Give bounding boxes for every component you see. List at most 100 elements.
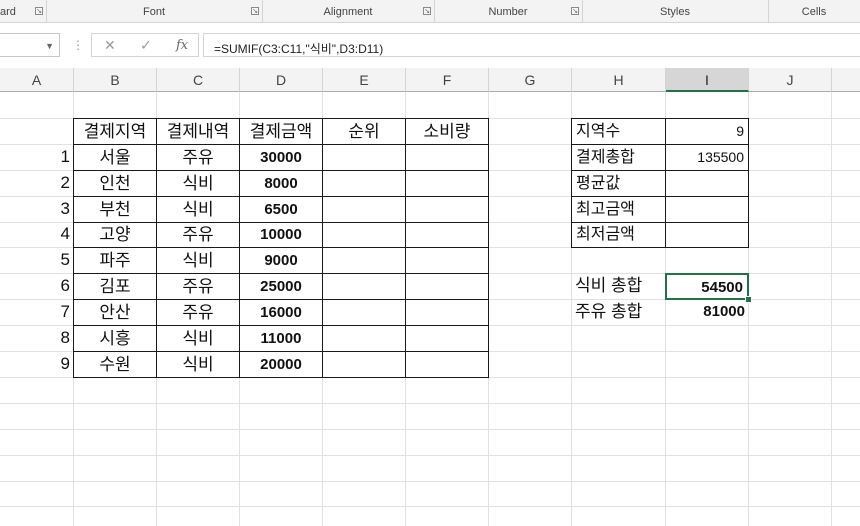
type-cell[interactable]: 식비 xyxy=(156,325,240,352)
insert-function-icon[interactable]: fx xyxy=(176,38,188,53)
amount-cell[interactable]: 10000 xyxy=(239,222,323,248)
type-cell[interactable]: 주유 xyxy=(156,273,240,300)
region-cell[interactable]: 인천 xyxy=(73,170,157,197)
table-header-cell[interactable]: 소비량 xyxy=(405,118,489,145)
column-header-d[interactable]: D xyxy=(240,68,323,92)
column-header-e[interactable]: E xyxy=(323,68,406,92)
row-number-cell[interactable]: 4 xyxy=(0,222,74,248)
row-number-cell[interactable]: 1 xyxy=(0,144,74,171)
rank-cell[interactable] xyxy=(322,299,406,326)
rank-cell[interactable] xyxy=(322,196,406,223)
total-label-cell[interactable]: 주유 총합 xyxy=(571,299,666,326)
column-header-h[interactable]: H xyxy=(572,68,666,92)
region-cell[interactable]: 서울 xyxy=(73,144,157,171)
amount-cell[interactable]: 9000 xyxy=(239,247,323,274)
summary-value-cell[interactable]: 9 xyxy=(665,118,749,145)
rank-cell[interactable] xyxy=(322,273,406,300)
summary-label-cell[interactable]: 결제총합 xyxy=(571,144,666,171)
column-header-a[interactable]: A xyxy=(0,68,74,92)
usage-cell[interactable] xyxy=(405,170,489,197)
type-cell[interactable]: 주유 xyxy=(156,222,240,248)
summary-value-cell[interactable] xyxy=(665,222,749,248)
type-cell[interactable]: 식비 xyxy=(156,247,240,274)
column-header-i[interactable]: I xyxy=(666,68,749,92)
row-number-cell[interactable]: 7 xyxy=(0,299,74,326)
row-number-cell[interactable]: 3 xyxy=(0,196,74,223)
summary-value-cell[interactable]: 135500 xyxy=(665,144,749,171)
region-cell[interactable]: 김포 xyxy=(73,273,157,300)
ribbon-group-alignment: Alignment ↘ xyxy=(262,0,435,22)
type-cell[interactable]: 주유 xyxy=(156,299,240,326)
amount-cell[interactable]: 11000 xyxy=(239,325,323,352)
table-header-cell[interactable]: 결제내역 xyxy=(156,118,240,145)
column-header-b[interactable]: B xyxy=(74,68,157,92)
row-number-cell[interactable]: 6 xyxy=(0,273,74,300)
amount-cell[interactable]: 20000 xyxy=(239,351,323,378)
usage-cell[interactable] xyxy=(405,222,489,248)
region-cell[interactable]: 파주 xyxy=(73,247,157,274)
enter-icon[interactable]: ✓ xyxy=(140,37,152,54)
amount-cell[interactable]: 8000 xyxy=(239,170,323,197)
row-number-cell[interactable]: 2 xyxy=(0,170,74,197)
table-header-cell[interactable]: 결제지역 xyxy=(73,118,157,145)
usage-cell[interactable] xyxy=(405,299,489,326)
total-value-cell[interactable]: 81000 xyxy=(665,299,749,326)
summary-label-cell[interactable]: 평균값 xyxy=(571,170,666,197)
usage-cell[interactable] xyxy=(405,273,489,300)
active-cell[interactable]: 54500 xyxy=(665,273,749,300)
dialog-launcher-icon[interactable]: ↘ xyxy=(571,7,579,15)
rank-cell[interactable] xyxy=(322,170,406,197)
region-cell[interactable]: 고양 xyxy=(73,222,157,248)
column-header-partial[interactable] xyxy=(832,68,860,92)
column-header-c[interactable]: C xyxy=(157,68,240,92)
column-header-j[interactable]: J xyxy=(749,68,832,92)
resize-handle-icon[interactable]: ⋮ xyxy=(72,38,84,52)
rank-cell[interactable] xyxy=(322,222,406,248)
summary-value-cell[interactable] xyxy=(665,170,749,197)
fill-handle[interactable] xyxy=(745,296,752,303)
summary-label-cell[interactable]: 지역수 xyxy=(571,118,666,145)
usage-cell[interactable] xyxy=(405,144,489,171)
cell-area[interactable]: 결제지역 결제내역 결제금액 순위 소비량 1 서울 주유 30000 2 인천 식비 8000 3 부천 식… xyxy=(0,92,860,526)
cancel-icon[interactable]: ✕ xyxy=(104,37,116,54)
region-cell[interactable]: 부천 xyxy=(73,196,157,223)
region-cell[interactable]: 시흥 xyxy=(73,325,157,352)
usage-cell[interactable] xyxy=(405,325,489,352)
type-cell[interactable]: 식비 xyxy=(156,351,240,378)
table-header-cell[interactable]: 순위 xyxy=(322,118,406,145)
row-number-cell[interactable]: 8 xyxy=(0,325,74,352)
total-label-cell[interactable]: 식비 총합 xyxy=(571,273,666,300)
ribbon-group-font: Font ↘ xyxy=(46,0,263,22)
type-cell[interactable]: 주유 xyxy=(156,144,240,171)
amount-cell[interactable]: 16000 xyxy=(239,299,323,326)
column-header-f[interactable]: F xyxy=(406,68,489,92)
usage-cell[interactable] xyxy=(405,247,489,274)
name-box[interactable]: ▼ xyxy=(0,33,60,57)
usage-cell[interactable] xyxy=(405,196,489,223)
summary-label-cell[interactable]: 최고금액 xyxy=(571,196,666,223)
dialog-launcher-icon[interactable]: ↘ xyxy=(35,7,43,15)
rank-cell[interactable] xyxy=(322,247,406,274)
region-cell[interactable]: 수원 xyxy=(73,351,157,378)
amount-cell[interactable]: 6500 xyxy=(239,196,323,223)
amount-cell[interactable]: 25000 xyxy=(239,273,323,300)
dialog-launcher-icon[interactable]: ↘ xyxy=(423,7,431,15)
row-number-cell[interactable]: 5 xyxy=(0,247,74,274)
usage-cell[interactable] xyxy=(405,351,489,378)
rank-cell[interactable] xyxy=(322,325,406,352)
chevron-down-icon[interactable]: ▼ xyxy=(45,41,54,51)
table-header-cell[interactable]: 결제금액 xyxy=(239,118,323,145)
dialog-launcher-icon[interactable]: ↘ xyxy=(251,7,259,15)
type-cell[interactable]: 식비 xyxy=(156,196,240,223)
summary-value-cell[interactable] xyxy=(665,196,749,223)
ribbon-group-label: Cells xyxy=(801,6,827,18)
summary-label-cell[interactable]: 최저금액 xyxy=(571,222,666,248)
row-number-cell[interactable]: 9 xyxy=(0,351,74,378)
column-header-g[interactable]: G xyxy=(489,68,572,92)
amount-cell[interactable]: 30000 xyxy=(239,144,323,171)
rank-cell[interactable] xyxy=(322,351,406,378)
formula-input[interactable]: =SUMIF(C3:C11,"식비",D3:D11) xyxy=(203,33,860,57)
region-cell[interactable]: 안산 xyxy=(73,299,157,326)
rank-cell[interactable] xyxy=(322,144,406,171)
type-cell[interactable]: 식비 xyxy=(156,170,240,197)
